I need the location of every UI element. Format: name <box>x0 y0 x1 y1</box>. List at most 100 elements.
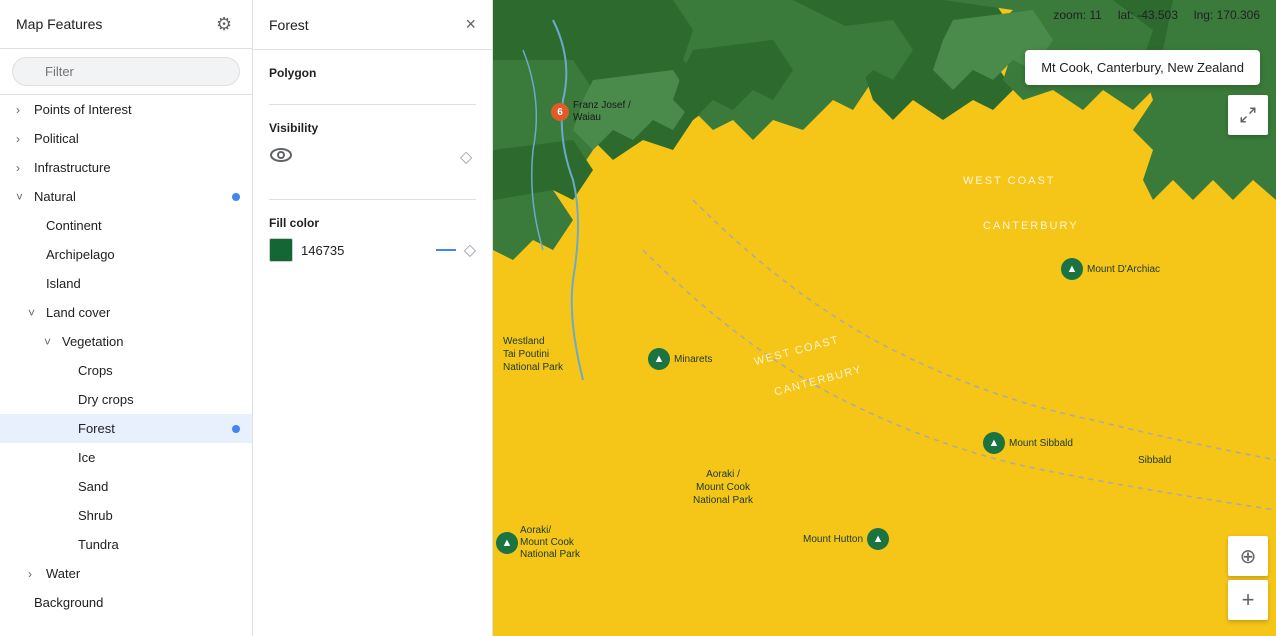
sidebar-item-infrastructure[interactable]: › Infrastructure <box>0 153 252 182</box>
zoom-in-button[interactable]: + <box>1228 580 1268 620</box>
item-label: Sand <box>78 479 236 494</box>
chevron-icon: ˅ <box>28 306 40 320</box>
fill-color-row: 146735 ◇ <box>269 238 476 262</box>
darchiac-icon: ▲ <box>1061 258 1083 280</box>
sidebar-item-tundra[interactable]: Tundra <box>0 530 252 559</box>
item-label: Ice <box>78 450 236 465</box>
item-label: Vegetation <box>62 334 236 349</box>
chevron-icon: ˅ <box>44 335 56 349</box>
gear-icon[interactable]: ⚙ <box>216 14 236 34</box>
lng-label: lng: 170.306 <box>1194 8 1260 22</box>
visibility-eye-icon[interactable] <box>269 143 293 167</box>
sidebar-item-continent[interactable]: Continent <box>0 211 252 240</box>
panel-title: Forest <box>269 17 309 33</box>
sidebar-item-vegetation[interactable]: ˅ Vegetation <box>0 327 252 356</box>
tree-list: › Points of Interest › Political › Infrastruc… <box>0 95 252 636</box>
visibility-row: ◇ <box>269 143 476 167</box>
sibbald-plain-label: Sibbald <box>1138 455 1171 466</box>
chevron-icon: › <box>16 161 28 175</box>
fill-diamond-icon[interactable]: ◇ <box>464 240 476 260</box>
sibbald-icon: ▲ <box>983 432 1005 454</box>
sidebar-item-water[interactable]: › Water <box>0 559 252 588</box>
sidebar-item-sand[interactable]: Sand <box>0 472 252 501</box>
sidebar-item-points-of-interest[interactable]: › Points of Interest <box>0 95 252 124</box>
franz-josef-label: Franz Josef / Waiau <box>573 100 653 124</box>
sidebar-item-ice[interactable]: Ice <box>0 443 252 472</box>
sidebar-item-archipelago[interactable]: Archipelago <box>0 240 252 269</box>
sidebar-item-forest[interactable]: Forest <box>0 414 252 443</box>
sidebar-title: Map Features <box>16 16 102 32</box>
panel-header: Forest × <box>253 0 492 50</box>
fill-color-label: Fill color <box>269 216 476 230</box>
filter-input[interactable] <box>12 57 240 86</box>
active-dot <box>232 425 240 433</box>
item-label: Continent <box>46 218 236 233</box>
item-label: Dry crops <box>78 392 236 407</box>
hutton-icon: ▲ <box>867 528 889 550</box>
visibility-section: Visibility ◇ <box>253 105 492 199</box>
polygon-label: Polygon <box>269 66 476 80</box>
sidebar-item-background[interactable]: Background <box>0 588 252 617</box>
poi-franz-josef: 6 Franz Josef / Waiau <box>551 100 653 124</box>
item-label: Tundra <box>78 537 236 552</box>
poi-mount-hutton: Mount Hutton ▲ <box>803 528 889 550</box>
aoraki-label-1: Aoraki /Mount CookNational Park <box>693 468 753 507</box>
item-label: Background <box>34 595 236 610</box>
sidebar-item-dry-crops[interactable]: Dry crops <box>0 385 252 414</box>
color-swatch[interactable] <box>269 238 293 262</box>
poi-aoraki-lower: ▲ Aoraki/Mount CookNational Park <box>496 525 580 561</box>
sidebar-item-political[interactable]: › Political <box>0 124 252 153</box>
item-label: Infrastructure <box>34 160 236 175</box>
minarets-icon: ▲ <box>648 348 670 370</box>
sidebar-item-shrub[interactable]: Shrub <box>0 501 252 530</box>
sidebar-header: Map Features ⚙ <box>0 0 252 49</box>
chevron-icon: › <box>16 132 28 146</box>
sidebar-item-natural[interactable]: ˅ Natural <box>0 182 252 211</box>
chevron-icon: › <box>16 103 28 117</box>
item-label: Land cover <box>46 305 236 320</box>
darchiac-label: Mount D'Archiac <box>1087 264 1160 275</box>
item-label: Crops <box>78 363 236 378</box>
sidebar-item-island[interactable]: Island <box>0 269 252 298</box>
lat-label: lat: -43.503 <box>1118 8 1178 22</box>
road-marker-6: 6 <box>551 103 569 121</box>
item-label: Island <box>46 276 236 291</box>
sibbald-label: Mount Sibbald <box>1009 438 1073 449</box>
map-controls: ⊕ + <box>1228 536 1268 620</box>
item-label: Natural <box>34 189 236 204</box>
visibility-diamond-icon[interactable]: ◇ <box>460 147 476 163</box>
filter-bar: ≡ <box>0 49 252 95</box>
fill-color-section: Fill color 146735 ◇ <box>253 200 492 278</box>
active-dot <box>232 193 240 201</box>
close-button[interactable]: × <box>465 14 476 35</box>
item-label: Political <box>34 131 236 146</box>
item-label: Archipelago <box>46 247 236 262</box>
poi-mount-sibbald: ▲ Mount Sibbald <box>983 432 1073 454</box>
location-badge: Mt Cook, Canterbury, New Zealand <box>1025 50 1260 85</box>
item-label: Points of Interest <box>34 102 236 117</box>
visibility-label: Visibility <box>269 121 476 135</box>
item-label: Shrub <box>78 508 236 523</box>
fullscreen-button[interactable] <box>1228 95 1268 135</box>
minarets-label: Minarets <box>674 354 712 365</box>
polygon-section: Polygon <box>253 50 492 104</box>
poi-mount-darchiac: ▲ Mount D'Archiac <box>1061 258 1160 280</box>
map-area: zoom: 11 lat: -43.503 lng: 170.306 Mt Co… <box>493 0 1276 636</box>
minus-line[interactable] <box>436 249 456 251</box>
zoom-label: zoom: 11 <box>1053 8 1102 22</box>
sidebar-item-land-cover[interactable]: ˅ Land cover <box>0 298 252 327</box>
item-label: Forest <box>78 421 236 436</box>
aoraki-lower-label: Aoraki/Mount CookNational Park <box>520 525 580 561</box>
chevron-icon: › <box>28 567 40 581</box>
item-label: Water <box>46 566 236 581</box>
sidebar: Map Features ⚙ ≡ › Points of Interest › Pol… <box>0 0 253 636</box>
aoraki-icon: ▲ <box>496 532 518 554</box>
chevron-icon: ˅ <box>16 190 28 204</box>
sidebar-item-crops[interactable]: Crops <box>0 356 252 385</box>
poi-minarets: ▲ Minarets <box>648 348 712 370</box>
mount-hutton-label: Mount Hutton <box>803 534 863 545</box>
westland-label: WestlandTai PoutiniNational Park <box>503 335 563 374</box>
feature-panel: Forest × Polygon Visibility ◇ Fill color… <box>253 0 493 636</box>
map-topbar: zoom: 11 lat: -43.503 lng: 170.306 <box>1037 0 1276 30</box>
location-button[interactable]: ⊕ <box>1228 536 1268 576</box>
